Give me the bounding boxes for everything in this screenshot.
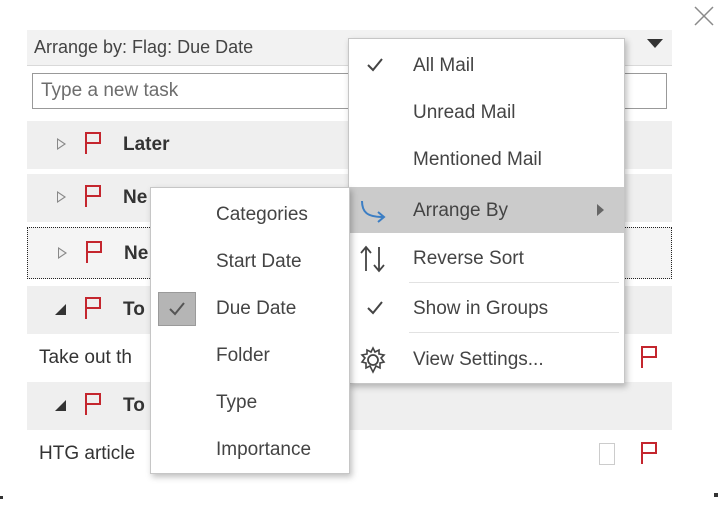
- submenu-item-folder[interactable]: Folder: [151, 332, 349, 378]
- menu-item-label: Arrange By: [413, 200, 509, 221]
- flag-icon: [85, 185, 101, 207]
- menu-item-label: All Mail: [413, 55, 475, 76]
- task-title: Take out th: [39, 347, 132, 368]
- checkmark-icon: [367, 301, 383, 315]
- menu-item-view-settings[interactable]: View Settings...: [349, 336, 624, 382]
- window-corner: [714, 493, 718, 497]
- menu-item-label: Start Date: [216, 251, 302, 272]
- gear-icon: [360, 346, 386, 374]
- checkmark-icon: [367, 58, 383, 72]
- dropdown-arrow-icon[interactable]: [647, 39, 663, 48]
- task-title: HTG article: [39, 443, 136, 464]
- collapse-arrow-icon[interactable]: [55, 400, 66, 411]
- expand-arrow-icon[interactable]: [57, 191, 66, 203]
- group-label: Later: [123, 134, 170, 155]
- close-button[interactable]: [692, 4, 716, 28]
- expand-arrow-icon[interactable]: [58, 247, 67, 259]
- submenu-item-importance[interactable]: Importance: [151, 426, 349, 472]
- checkmark-icon: [169, 302, 185, 316]
- menu-item-label: Unread Mail: [413, 102, 516, 123]
- close-icon: [694, 6, 714, 26]
- flag-icon: [85, 393, 101, 415]
- selected-check: [158, 292, 196, 326]
- group-label: Ne: [123, 187, 148, 208]
- view-context-menu: All Mail Unread Mail Mentioned Mail Arra…: [348, 38, 625, 384]
- window-corner: [0, 496, 3, 499]
- menu-item-label: Mentioned Mail: [413, 149, 542, 170]
- menu-item-label: Reverse Sort: [413, 248, 524, 269]
- submenu-item-start-date[interactable]: Start Date: [151, 238, 349, 284]
- flag-icon: [85, 297, 101, 319]
- expand-arrow-icon[interactable]: [57, 138, 66, 150]
- submenu-item-due-date[interactable]: Due Date: [151, 285, 349, 331]
- menu-separator: [409, 282, 619, 283]
- menu-item-show-in-groups[interactable]: Show in Groups: [349, 285, 624, 331]
- collapse-arrow-icon[interactable]: [55, 304, 66, 315]
- menu-item-unread-mail[interactable]: Unread Mail: [349, 89, 624, 135]
- menu-item-label: Show in Groups: [413, 298, 549, 319]
- reverse-sort-icon: [360, 245, 385, 273]
- submenu-item-categories[interactable]: Categories: [151, 191, 349, 237]
- menu-item-all-mail[interactable]: All Mail: [349, 42, 624, 88]
- submenu-item-type[interactable]: Type: [151, 379, 349, 425]
- menu-item-reverse-sort[interactable]: Reverse Sort: [349, 235, 624, 281]
- menu-item-arrange-by[interactable]: Arrange By: [349, 187, 624, 233]
- flag-icon: [86, 241, 102, 263]
- menu-separator: [409, 332, 619, 333]
- menu-item-label: Folder: [216, 345, 270, 366]
- arrange-by-label: Arrange by: Flag: Due Date: [34, 37, 254, 57]
- menu-item-label: Importance: [216, 439, 312, 460]
- flag-icon[interactable]: [639, 345, 659, 369]
- menu-item-label: Type: [216, 392, 258, 413]
- arrange-by-icon: [361, 200, 386, 223]
- group-label: To: [123, 299, 145, 320]
- menu-item-label: Due Date: [216, 298, 297, 319]
- menu-item-label: View Settings...: [413, 349, 544, 370]
- menu-item-label: Categories: [216, 204, 308, 225]
- flag-icon[interactable]: [639, 441, 659, 465]
- group-label: To: [123, 395, 145, 416]
- arrange-by-submenu: Categories Start Date Due Date Folder Ty…: [150, 187, 350, 474]
- task-complete-checkbox[interactable]: [599, 443, 615, 465]
- menu-item-mentioned-mail[interactable]: Mentioned Mail: [349, 136, 624, 182]
- flag-icon: [85, 132, 101, 154]
- submenu-arrow-icon: [597, 204, 604, 216]
